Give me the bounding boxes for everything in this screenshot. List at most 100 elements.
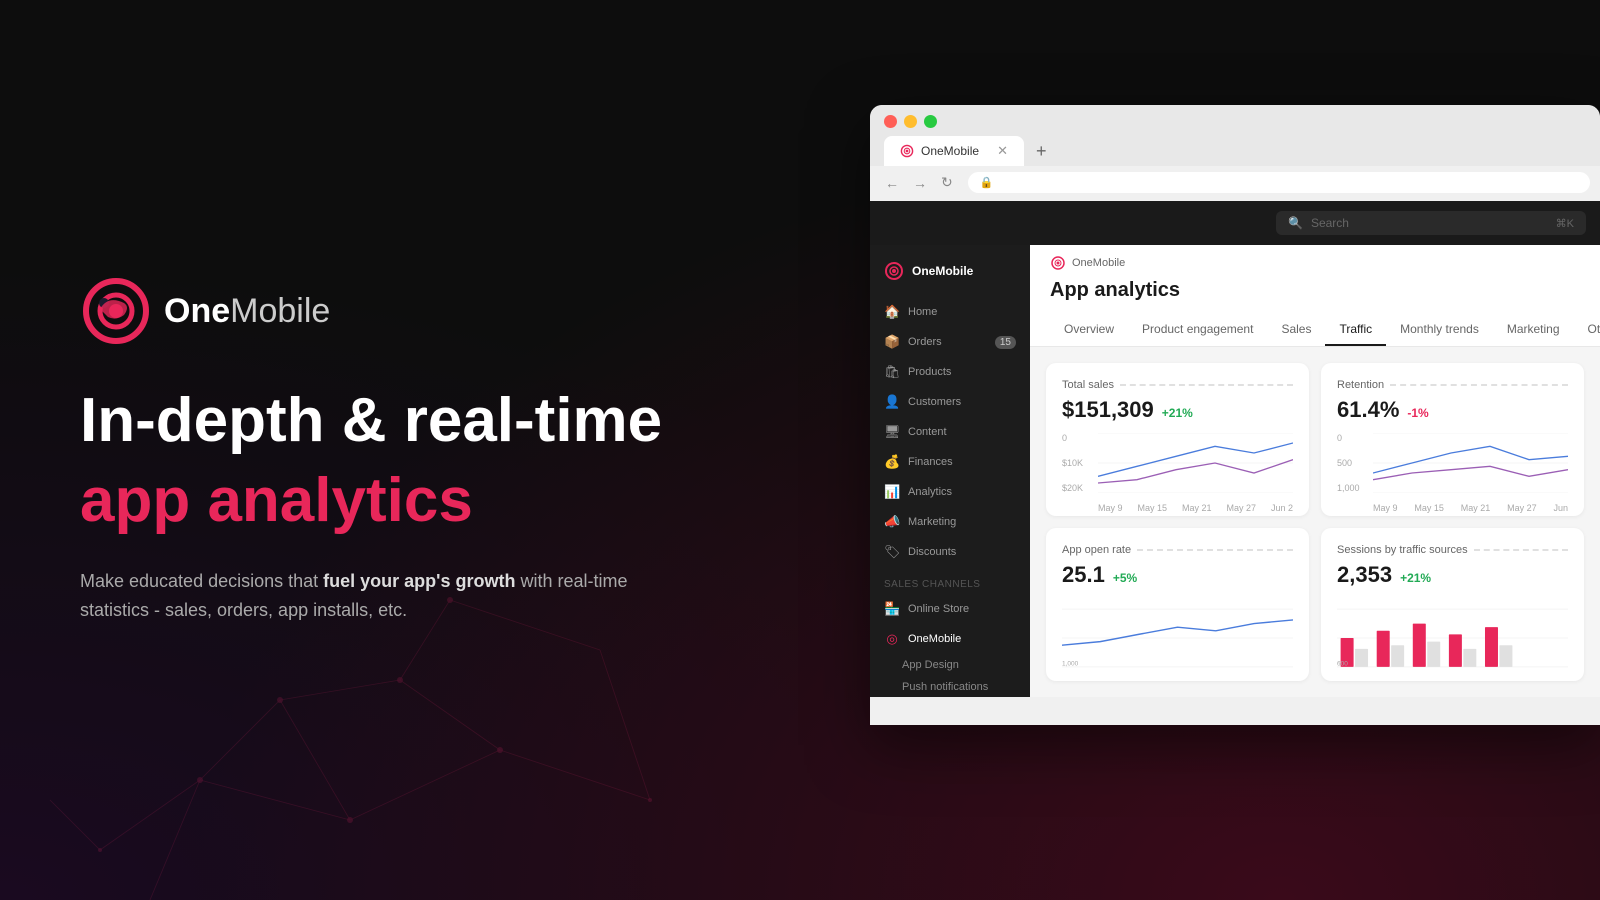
tab-logo-icon	[900, 144, 914, 158]
logo-container: OneMobile	[80, 275, 700, 347]
orders-badge: 15	[995, 336, 1016, 349]
app-open-rate-number: 25.1	[1062, 562, 1105, 588]
tab-traffic[interactable]: Traffic	[1325, 314, 1386, 346]
sidebar-label-customers: Customers	[908, 396, 961, 408]
tab-product-engagement[interactable]: Product engagement	[1128, 314, 1267, 346]
logo-text: OneMobile	[164, 292, 330, 331]
y-label-500: 500	[1337, 458, 1360, 468]
breadcrumb-logo-icon	[1050, 255, 1066, 271]
traffic-light-yellow[interactable]	[904, 115, 917, 128]
retention-number: 61.4%	[1337, 397, 1399, 423]
ret-x-may27: May 27	[1507, 503, 1537, 513]
y-label-10k: $10K	[1062, 458, 1083, 468]
traffic-light-red[interactable]	[884, 115, 897, 128]
app-open-rate-chart: 1,000	[1062, 598, 1293, 678]
headline-line2: app analytics	[80, 467, 700, 535]
total-sales-chart: $20K $10K 0	[1062, 433, 1293, 513]
search-field[interactable]: 🔍 Search ⌘K	[1276, 211, 1586, 235]
retention-y-labels: 1,000 500 0	[1337, 433, 1360, 493]
analytics-icon: 📊	[884, 484, 900, 500]
card-app-open-rate: App open rate 25.1 +5% 1,000	[1046, 528, 1309, 681]
sidebar-item-home[interactable]: 🏠 Home	[870, 297, 1030, 327]
logo-icon	[80, 275, 152, 347]
sessions-number: 2,353	[1337, 562, 1392, 588]
tab-label: OneMobile	[921, 144, 979, 158]
retention-label: Retention	[1337, 379, 1568, 391]
subtext-before: Make educated decisions that	[80, 571, 323, 591]
cards-area: Total sales $151,309 +21% $20K $10K 0	[1030, 347, 1600, 697]
address-bar-row: ← → ↻ 🔒	[870, 166, 1600, 201]
sidebar-sub-app-design[interactable]: App Design	[870, 654, 1030, 676]
sessions-label: Sessions by traffic sources	[1337, 544, 1568, 556]
total-sales-number: $151,309	[1062, 397, 1154, 423]
sidebar-item-discounts[interactable]: 🏷 Discounts	[870, 537, 1030, 567]
sidebar-item-products[interactable]: 🛍 Products	[870, 357, 1030, 387]
retention-chart-area	[1373, 433, 1568, 493]
tab-close-icon[interactable]: ✕	[997, 143, 1008, 159]
marketing-icon: 📣	[884, 514, 900, 530]
logo-one: One	[164, 292, 230, 330]
tab-others[interactable]: Others	[1574, 314, 1600, 346]
sidebar-logo-icon	[884, 261, 904, 281]
ret-x-may15: May 15	[1414, 503, 1444, 513]
left-panel: OneMobile In-depth & real-time app analy…	[80, 0, 700, 900]
card-retention: Retention 61.4% -1% 1,000 500 0	[1321, 363, 1584, 516]
sessions-chart: 600	[1337, 598, 1568, 678]
sidebar-brand: OneMobile	[870, 261, 1030, 297]
sidebar-item-finances[interactable]: 💰 Finances	[870, 447, 1030, 477]
browser-window: OneMobile ✕ + ← → ↻ 🔒 🔍 Search ⌘K	[870, 105, 1600, 725]
app-header: OneMobile App analytics Overview Product…	[1030, 245, 1600, 347]
search-kbd: ⌘K	[1556, 217, 1574, 230]
retention-change: -1%	[1407, 406, 1428, 420]
traffic-lights	[884, 115, 1586, 128]
browser-chrome: OneMobile ✕ +	[870, 105, 1600, 166]
breadcrumb: OneMobile	[1050, 255, 1580, 271]
lock-icon: 🔒	[980, 176, 994, 189]
retention-value: 61.4% -1%	[1337, 397, 1568, 423]
sidebar-item-onemobile[interactable]: ◎ OneMobile	[870, 624, 1030, 654]
app-body: OneMobile 🏠 Home 📦 Orders 15 🛍 Products …	[870, 245, 1600, 697]
x-label-may21: May 21	[1182, 503, 1212, 513]
sidebar-label-onemobile: OneMobile	[908, 633, 961, 645]
sidebar-item-analytics[interactable]: 📊 Analytics	[870, 477, 1030, 507]
app-open-rate-label: App open rate	[1062, 544, 1293, 556]
sidebar-sub-push-notifications[interactable]: Push notifications	[870, 676, 1030, 697]
tab-new-icon[interactable]: +	[1030, 141, 1053, 162]
search-icon: 🔍	[1288, 216, 1303, 230]
retention-chart: 1,000 500 0	[1337, 433, 1568, 513]
address-input[interactable]: 🔒	[968, 172, 1590, 193]
traffic-light-green[interactable]	[924, 115, 937, 128]
tab-monthly-trends[interactable]: Monthly trends	[1386, 314, 1493, 346]
sidebar-item-online-store[interactable]: 🏪 Online Store	[870, 594, 1030, 624]
sidebar-item-marketing[interactable]: 📣 Marketing	[870, 507, 1030, 537]
svg-text:600: 600	[1337, 660, 1348, 667]
customers-icon: 👤	[884, 394, 900, 410]
logo-mobile: Mobile	[230, 292, 330, 330]
onemobile-icon: ◎	[884, 631, 900, 647]
sidebar-item-content[interactable]: 🖥 Content	[870, 417, 1030, 447]
sidebar-item-customers[interactable]: 👤 Customers	[870, 387, 1030, 417]
tab-sales[interactable]: Sales	[1267, 314, 1325, 346]
tab-marketing[interactable]: Marketing	[1493, 314, 1574, 346]
app-wrapper: 🔍 Search ⌘K OneMobile 🏠 Ho	[870, 201, 1600, 725]
page-title: App analytics	[1050, 279, 1580, 302]
refresh-button[interactable]: ↻	[936, 172, 958, 193]
headline-line1: In-depth & real-time	[80, 387, 700, 455]
y-label-1000: 1,000	[1337, 483, 1360, 493]
x-label-jun2: Jun 2	[1271, 503, 1293, 513]
y-label-0: 0	[1062, 433, 1083, 443]
online-store-icon: 🏪	[884, 601, 900, 617]
tab-overview[interactable]: Overview	[1050, 314, 1128, 346]
sidebar-label-finances: Finances	[908, 456, 953, 468]
back-button[interactable]: ←	[880, 172, 904, 193]
browser-tab[interactable]: OneMobile ✕	[884, 136, 1024, 166]
forward-button[interactable]: →	[908, 172, 932, 193]
sidebar-item-orders[interactable]: 📦 Orders 15	[870, 327, 1030, 357]
x-label-may9: May 9	[1098, 503, 1123, 513]
subtext: Make educated decisions that fuel your a…	[80, 567, 660, 625]
x-label-may27: May 27	[1226, 503, 1256, 513]
card-sessions: Sessions by traffic sources 2,353 +21%	[1321, 528, 1584, 681]
sidebar-label-products: Products	[908, 366, 951, 378]
svg-text:1,000: 1,000	[1062, 660, 1079, 667]
total-sales-y-labels: $20K $10K 0	[1062, 433, 1083, 493]
